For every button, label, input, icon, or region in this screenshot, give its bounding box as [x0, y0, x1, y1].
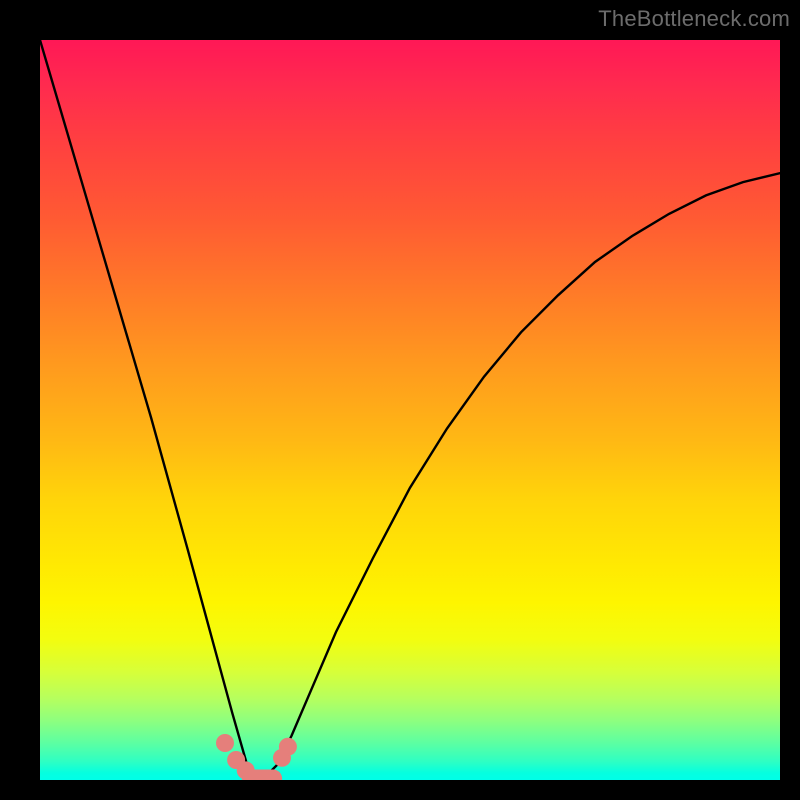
- data-markers: [216, 734, 297, 780]
- chart-frame: TheBottleneck.com: [0, 0, 800, 800]
- bottleneck-curve: [40, 40, 780, 780]
- plot-area: [40, 40, 780, 780]
- watermark-text: TheBottleneck.com: [598, 6, 790, 32]
